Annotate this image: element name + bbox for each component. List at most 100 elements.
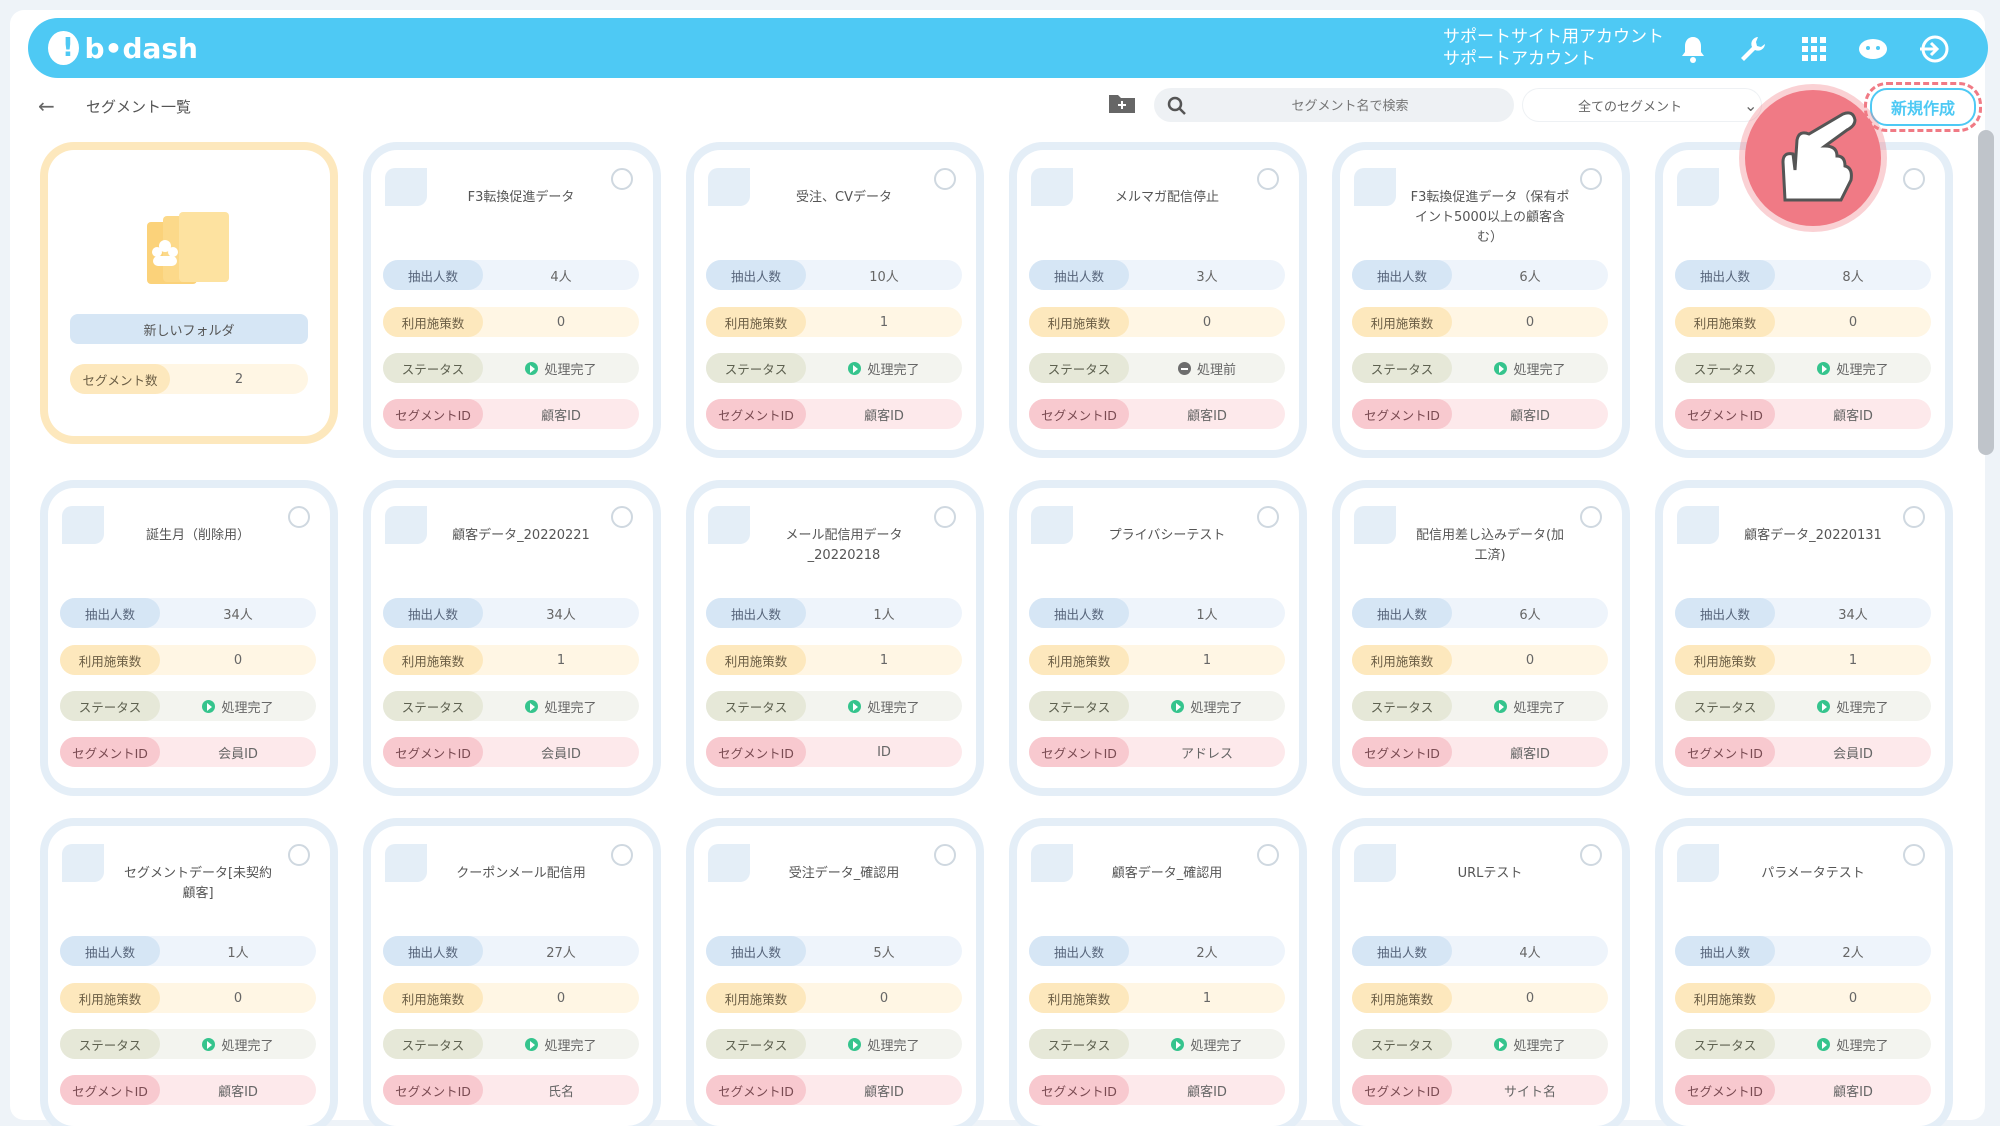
logout-icon[interactable] — [1915, 30, 1953, 68]
count-label: 抽出人数 — [706, 260, 806, 290]
pin-icon[interactable] — [288, 506, 310, 528]
segment-id-row: セグメントID サイト名 — [1352, 1075, 1608, 1105]
pin-icon[interactable] — [1903, 168, 1925, 190]
count-label: 抽出人数 — [1675, 936, 1775, 966]
count-row: 抽出人数 2人 — [1675, 936, 1931, 966]
bell-icon[interactable] — [1674, 30, 1712, 68]
measures-label: 利用施策数 — [1675, 645, 1775, 675]
measures-row: 利用施策数 0 — [706, 983, 962, 1013]
status-icon — [1817, 699, 1831, 713]
segment-id-label: セグメントID — [1029, 737, 1129, 767]
segment-title: 誕生月（削除用） — [145, 528, 250, 543]
measures-value: 0 — [1525, 990, 1535, 1006]
segment-card[interactable]: メール配信用データ_20220218 抽出人数 1人 利用施策数 1 ステータス 処理完了セ… — [694, 488, 976, 788]
status-value: 処理完了 — [1452, 353, 1608, 383]
measures-row: 利用施策数 1 — [706, 307, 962, 337]
segment-id-value: 顧客ID — [1510, 746, 1550, 762]
measures-row: 利用施策数 0 — [60, 983, 316, 1013]
status-row: ステータス 処理完了 — [1029, 691, 1285, 721]
card-fold-corner — [1677, 844, 1719, 882]
logo-bubble-icon — [48, 31, 79, 65]
card-fold-corner — [1031, 844, 1073, 882]
segment-card[interactable]: 配信用差し込みデータ(加工済) 抽出人数 6人 利用施策数 0 ステータス 処理完了 セグメン… — [1340, 488, 1622, 788]
segment-id-label: セグメントID — [1352, 737, 1452, 767]
status-label: ステータス — [706, 353, 806, 383]
support-icon[interactable] — [1854, 30, 1892, 68]
account-info[interactable]: サポートサイト用アカウント サポートアカウント — [1443, 26, 1664, 70]
pin-icon[interactable] — [1903, 844, 1925, 866]
measures-row: 利用施策数 0 — [60, 645, 316, 675]
measures-row: 利用施策数 1 — [383, 645, 639, 675]
measures-label: 利用施策数 — [383, 983, 483, 1013]
pin-icon[interactable] — [934, 506, 956, 528]
count-row: 抽出人数 1人 — [60, 936, 316, 966]
pin-icon[interactable] — [1257, 844, 1279, 866]
folder-card[interactable]: 新しいフォルダ セグメント数 2 — [48, 150, 330, 436]
pin-icon[interactable] — [934, 844, 956, 866]
status-value: 処理完了 — [483, 1029, 639, 1059]
logo-text: b•dash — [84, 31, 198, 65]
back-arrow-icon[interactable]: ← — [38, 94, 55, 118]
segment-filter-select[interactable]: 全てのセグメント ⌄ — [1522, 88, 1762, 122]
measures-label: 利用施策数 — [60, 983, 160, 1013]
measures-value: 1 — [1202, 990, 1212, 1006]
status-row: ステータス 処理完了 — [706, 1029, 962, 1059]
segment-card[interactable]: 受注データ_確認用 抽出人数 5人 利用施策数 0 ステータス 処理完了 セグメントID 顧客I… — [694, 826, 976, 1126]
status-value: 処理完了 — [1129, 1029, 1285, 1059]
bdash-logo[interactable]: b•dash — [48, 26, 198, 70]
segment-title: F3転換促進データ — [467, 190, 575, 205]
pin-icon[interactable] — [1580, 844, 1602, 866]
pin-icon[interactable] — [611, 168, 633, 190]
segment-card[interactable]: F3転換促進データ（保有ポイント5000以上の顧客含む） 抽出人数 6人 利用施策数 0… — [1340, 150, 1622, 450]
status-text: 処理完了 — [544, 362, 597, 378]
segment-id-value: 顧客ID — [1187, 1084, 1227, 1100]
add-folder-icon[interactable] — [1108, 92, 1136, 116]
pin-icon[interactable] — [1257, 168, 1279, 190]
segment-card[interactable]: 誕生月（削除用） 抽出人数 34人 利用施策数 0 ステータス 処理完了 セグメントID 会員I… — [48, 488, 330, 788]
new-create-button[interactable]: 新規作成 — [1864, 82, 1982, 132]
pointing-hand-icon — [1745, 90, 1881, 226]
pin-icon[interactable] — [1257, 506, 1279, 528]
pin-icon[interactable] — [1580, 506, 1602, 528]
segment-card[interactable]: セグメントデータ[未契約顧客] 抽出人数 1人 利用施策数 0 ステータス 処理完了 セグメン… — [48, 826, 330, 1126]
vertical-scrollbar[interactable] — [1978, 130, 1994, 455]
count-label: 抽出人数 — [383, 260, 483, 290]
segment-id-value: 顧客ID — [1833, 408, 1873, 424]
segment-card[interactable]: クーポンメール配信用 抽出人数 27人 利用施策数 0 ステータス 処理完了 セグメントID 氏… — [371, 826, 653, 1126]
segment-card[interactable]: メルマガ配信停止 抽出人数 3人 利用施策数 0 ステータス 処理前 セグメントID 顧客ID — [1017, 150, 1299, 450]
measures-row: 利用施策数 0 — [1029, 307, 1285, 337]
segment-card[interactable]: 顧客データ_20220221 抽出人数 34人 利用施策数 1 ステータス 処理完了 セグメン… — [371, 488, 653, 788]
status-row: ステータス 処理完了 — [706, 353, 962, 383]
search-input[interactable] — [1198, 88, 1502, 124]
wrench-icon[interactable] — [1734, 30, 1772, 68]
pin-icon[interactable] — [611, 506, 633, 528]
segment-id-row: セグメントID 会員ID — [1675, 737, 1931, 767]
grid-icon[interactable] — [1795, 30, 1833, 68]
pin-icon[interactable] — [288, 844, 310, 866]
count-label: 抽出人数 — [383, 936, 483, 966]
segment-card[interactable]: URLテスト 抽出人数 4人 利用施策数 0 ステータス 処理完了 セグメントID サイト名 — [1340, 826, 1622, 1126]
segment-id-label: セグメントID — [1029, 1075, 1129, 1105]
segment-card[interactable]: F3転換促進データ 抽出人数 4人 利用施策数 0 ステータス 処理完了 セグメントID 顧客I… — [371, 150, 653, 450]
measures-label: 利用施策数 — [1352, 307, 1452, 337]
count-label: 抽出人数 — [383, 598, 483, 628]
pin-icon[interactable] — [1580, 168, 1602, 190]
segment-card[interactable]: 受注、CVデータ 抽出人数 10人 利用施策数 1 ステータス 処理完了 セグメントID 顧客I… — [694, 150, 976, 450]
segment-card[interactable]: プライバシーテスト 抽出人数 1人 利用施策数 1 ステータス 処理完了 セグメントID アドレ… — [1017, 488, 1299, 788]
search-box[interactable] — [1154, 88, 1514, 124]
pin-icon[interactable] — [1903, 506, 1925, 528]
segment-title: 配信用差し込みデータ(加工済) — [1415, 528, 1565, 563]
pin-icon[interactable] — [934, 168, 956, 190]
status-text: 処理完了 — [221, 700, 274, 716]
segment-card[interactable]: 顧客データ_20220131 抽出人数 34人 利用施策数 1 ステータス 処理完了 セグメン… — [1663, 488, 1945, 788]
segment-card[interactable]: パラメータテスト 抽出人数 2人 利用施策数 0 ステータス 処理完了 セグメントID 顧客ID — [1663, 826, 1945, 1126]
pin-icon[interactable] — [611, 844, 633, 866]
card-fold-corner — [1354, 168, 1396, 206]
status-icon — [1494, 1037, 1508, 1051]
status-row: ステータス 処理完了 — [1352, 691, 1608, 721]
card-fold-corner — [385, 168, 427, 206]
card-fold-corner — [1677, 168, 1719, 206]
status-value: 処理完了 — [806, 691, 962, 721]
card-fold-corner — [708, 168, 750, 206]
segment-card[interactable]: 顧客データ_確認用 抽出人数 2人 利用施策数 1 ステータス 処理完了 セグメントID 顧客I… — [1017, 826, 1299, 1126]
